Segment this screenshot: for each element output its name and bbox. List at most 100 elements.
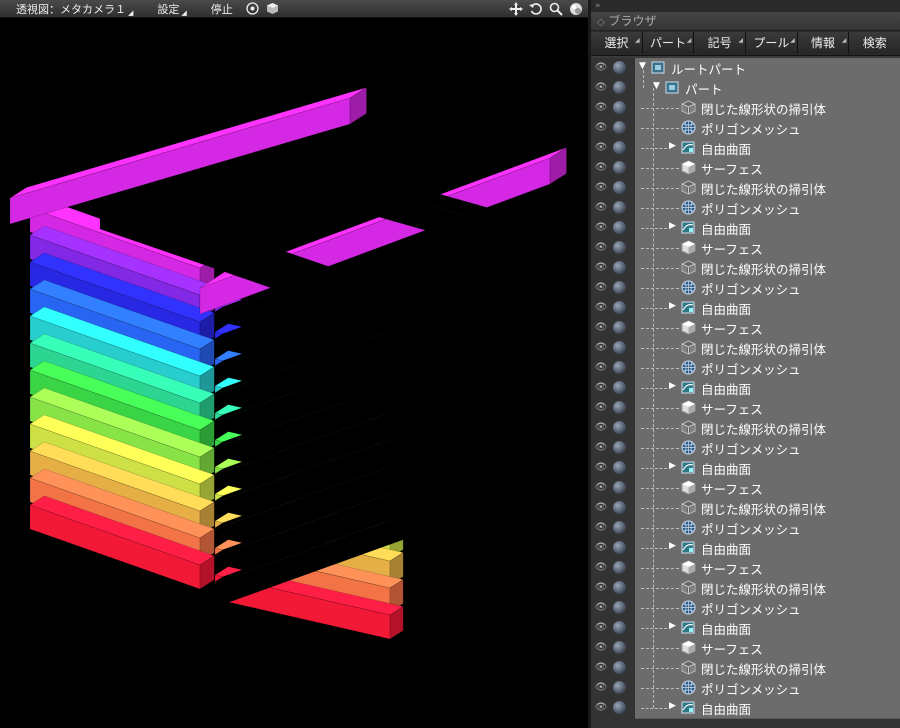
- visibility-eye-icon[interactable]: 👁: [593, 582, 609, 594]
- move-icon[interactable]: [508, 1, 524, 17]
- visibility-eye-icon[interactable]: 👁: [593, 542, 609, 554]
- visibility-eye-icon[interactable]: 👁: [593, 622, 609, 634]
- render-state-ball-icon[interactable]: [613, 201, 626, 214]
- tree-row[interactable]: 👁 ▶ 自由曲面: [591, 138, 900, 159]
- collapsed-triangle-icon[interactable]: ▶: [669, 541, 679, 551]
- tab-part[interactable]: パート ◢: [642, 32, 695, 54]
- collapsed-triangle-icon[interactable]: ▶: [669, 701, 679, 711]
- render-state-ball-icon[interactable]: [613, 521, 626, 534]
- zoom-icon[interactable]: [548, 1, 564, 17]
- render-state-ball-icon[interactable]: [613, 241, 626, 254]
- expanded-triangle-icon[interactable]: ▼: [653, 81, 663, 91]
- tree-row[interactable]: 👁 ▼ ルートパート: [591, 58, 900, 79]
- render-state-ball-icon[interactable]: [613, 361, 626, 374]
- part-tree[interactable]: 👁 ▼ ルートパート 👁 ▼ パート 👁 閉じた線形状の掃引体 👁 ポリゴンメッ…: [591, 58, 900, 728]
- render-state-ball-icon[interactable]: [613, 461, 626, 474]
- tree-row[interactable]: 👁 閉じた線形状の掃引体: [591, 498, 900, 519]
- tree-row[interactable]: 👁 サーフェス: [591, 638, 900, 659]
- render-state-ball-icon[interactable]: [613, 421, 626, 434]
- camera-menu[interactable]: 透視図：メタカメラ１ ◢: [0, 1, 141, 17]
- shading-cube-icon[interactable]: [265, 1, 281, 17]
- render-state-ball-icon[interactable]: [613, 661, 626, 674]
- render-state-ball-icon[interactable]: [613, 441, 626, 454]
- tree-row[interactable]: 👁 閉じた線形状の掃引体: [591, 98, 900, 119]
- tree-row[interactable]: 👁 ▶ 自由曲面: [591, 458, 900, 479]
- render-state-ball-icon[interactable]: [613, 381, 626, 394]
- render-state-ball-icon[interactable]: [613, 121, 626, 134]
- visibility-eye-icon[interactable]: 👁: [593, 702, 609, 714]
- render-state-ball-icon[interactable]: [613, 321, 626, 334]
- render-state-ball-icon[interactable]: [613, 301, 626, 314]
- tree-row[interactable]: 👁 サーフェス: [591, 478, 900, 499]
- render-state-ball-icon[interactable]: [613, 221, 626, 234]
- visibility-eye-icon[interactable]: 👁: [593, 462, 609, 474]
- visibility-eye-icon[interactable]: 👁: [593, 422, 609, 434]
- visibility-eye-icon[interactable]: 👁: [593, 322, 609, 334]
- visibility-eye-icon[interactable]: 👁: [593, 162, 609, 174]
- render-state-ball-icon[interactable]: [613, 561, 626, 574]
- tree-row[interactable]: 👁 閉じた線形状の掃引体: [591, 258, 900, 279]
- visibility-eye-icon[interactable]: 👁: [593, 682, 609, 694]
- tree-row[interactable]: 👁 閉じた線形状の掃引体: [591, 658, 900, 679]
- render-state-ball-icon[interactable]: [613, 501, 626, 514]
- tree-row[interactable]: 👁 閉じた線形状の掃引体: [591, 178, 900, 199]
- render-state-ball-icon[interactable]: [613, 61, 626, 74]
- tree-row[interactable]: 👁 ▶ 自由曲面: [591, 218, 900, 239]
- render-state-ball-icon[interactable]: [613, 601, 626, 614]
- visibility-eye-icon[interactable]: 👁: [593, 442, 609, 454]
- collapsed-triangle-icon[interactable]: ▶: [669, 621, 679, 631]
- render-state-ball-icon[interactable]: [613, 101, 626, 114]
- panel-toggle-icon[interactable]: ◇: [597, 17, 605, 28]
- visibility-eye-icon[interactable]: 👁: [593, 662, 609, 674]
- render-state-ball-icon[interactable]: [613, 401, 626, 414]
- tree-row[interactable]: 👁 ポリゴンメッシュ: [591, 598, 900, 619]
- visibility-eye-icon[interactable]: 👁: [593, 562, 609, 574]
- render-state-ball-icon[interactable]: [613, 261, 626, 274]
- stop-button[interactable]: 停止: [195, 1, 241, 17]
- render-state-ball-icon[interactable]: [613, 641, 626, 654]
- tree-row[interactable]: 👁 サーフェス: [591, 398, 900, 419]
- collapsed-triangle-icon[interactable]: ▶: [669, 381, 679, 391]
- tree-row[interactable]: 👁 閉じた線形状の掃引体: [591, 418, 900, 439]
- render-state-ball-icon[interactable]: [613, 181, 626, 194]
- render-state-ball-icon[interactable]: [613, 141, 626, 154]
- visibility-eye-icon[interactable]: 👁: [593, 282, 609, 294]
- tab-info[interactable]: 情報 ◢: [797, 32, 850, 54]
- 3d-viewport[interactable]: 透視図：メタカメラ１ ◢ 設定 ◢ 停止: [0, 0, 588, 728]
- tree-row[interactable]: 👁 サーフェス: [591, 318, 900, 339]
- tree-row[interactable]: 👁 ▶ 自由曲面: [591, 298, 900, 319]
- tree-row[interactable]: 👁 ポリゴンメッシュ: [591, 518, 900, 539]
- render-state-ball-icon[interactable]: [613, 681, 626, 694]
- tree-row[interactable]: 👁 ポリゴンメッシュ: [591, 118, 900, 139]
- render-state-ball-icon[interactable]: [613, 621, 626, 634]
- visibility-eye-icon[interactable]: 👁: [593, 362, 609, 374]
- render-state-ball-icon[interactable]: [613, 541, 626, 554]
- visibility-eye-icon[interactable]: 👁: [593, 222, 609, 234]
- tree-row[interactable]: 👁 閉じた線形状の掃引体: [591, 338, 900, 359]
- render-ball-icon[interactable]: [568, 1, 584, 17]
- collapsed-triangle-icon[interactable]: ▶: [669, 141, 679, 151]
- tree-row[interactable]: 👁 サーフェス: [591, 238, 900, 259]
- render-state-ball-icon[interactable]: [613, 701, 626, 714]
- tree-row[interactable]: 👁 サーフェス: [591, 558, 900, 579]
- tree-row[interactable]: 👁 ▼ パート: [591, 78, 900, 99]
- visibility-eye-icon[interactable]: 👁: [593, 482, 609, 494]
- visibility-eye-icon[interactable]: 👁: [593, 502, 609, 514]
- rotate-icon[interactable]: [528, 1, 544, 17]
- render-state-ball-icon[interactable]: [613, 81, 626, 94]
- tab-select[interactable]: 選択 ◢: [591, 32, 643, 54]
- visibility-eye-icon[interactable]: 👁: [593, 122, 609, 134]
- tree-row[interactable]: 👁 ポリゴンメッシュ: [591, 678, 900, 699]
- tree-row[interactable]: 👁 ▶ 自由曲面: [591, 618, 900, 639]
- render-state-ball-icon[interactable]: [613, 161, 626, 174]
- visibility-eye-icon[interactable]: 👁: [593, 342, 609, 354]
- tree-row[interactable]: 👁 ポリゴンメッシュ: [591, 358, 900, 379]
- render-state-ball-icon[interactable]: [613, 481, 626, 494]
- expanded-triangle-icon[interactable]: ▼: [639, 61, 649, 71]
- tree-row[interactable]: 👁 ポリゴンメッシュ: [591, 278, 900, 299]
- visibility-eye-icon[interactable]: 👁: [593, 382, 609, 394]
- visibility-eye-icon[interactable]: 👁: [593, 202, 609, 214]
- tree-row[interactable]: 👁 ポリゴンメッシュ: [591, 198, 900, 219]
- render-state-ball-icon[interactable]: [613, 281, 626, 294]
- visibility-eye-icon[interactable]: 👁: [593, 182, 609, 194]
